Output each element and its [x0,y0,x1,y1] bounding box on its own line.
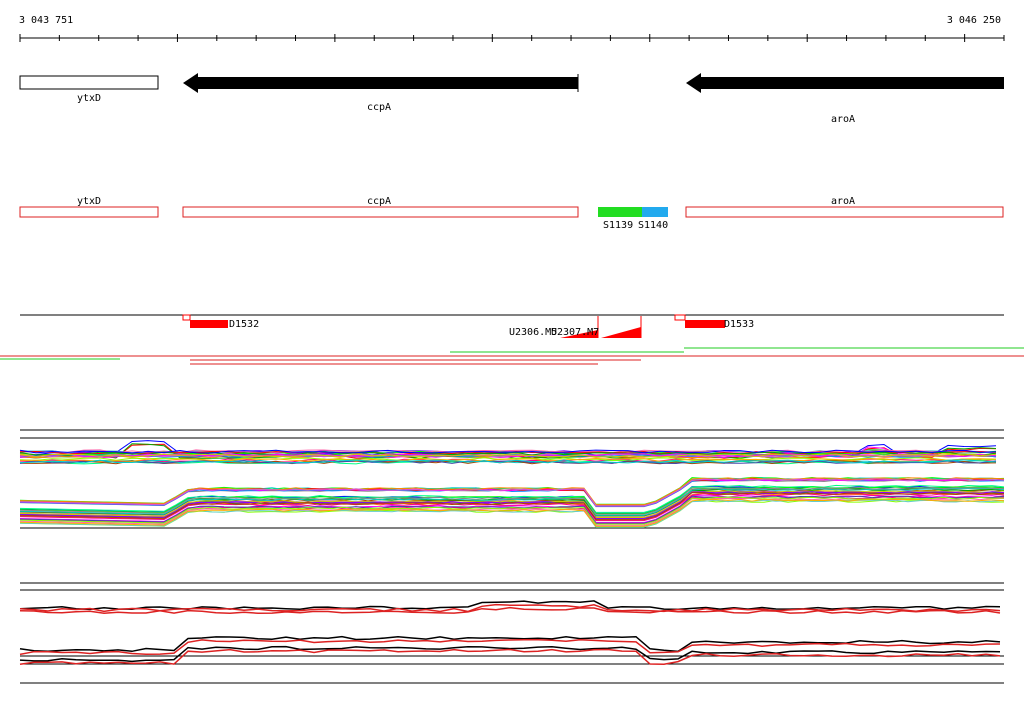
segment-S1139[interactable]: S1139 [598,207,642,231]
feature-D1532[interactable]: D1532 [182,314,259,330]
feature-D1533[interactable]: D1533 [674,314,754,330]
coverage-lines [0,347,1024,365]
segment-label-S1139: S1139 [603,220,633,231]
gene-label-aroA: aroA [831,114,855,125]
annotation-label-ccpA: ccpA [367,196,391,207]
annotation-track: ytxD ccpA aroA S1139 S1140 [19,196,1004,231]
annotation-ccpA[interactable]: ccpA [182,196,579,218]
annotation-ytxD[interactable]: ytxD [19,196,159,218]
segment-S1140[interactable]: S1140 [638,207,668,231]
feature-label-D1532: D1532 [229,319,259,330]
annotation-aroA[interactable]: aroA [685,196,1004,218]
annotation-label-aroA: aroA [831,196,855,207]
feature-label-U2307: U2307.M7 [551,327,599,338]
coordinate-ruler: 3 043 751 3 046 250 [19,15,1005,42]
segment-label-S1140: S1140 [638,220,668,231]
tiling-profile-panel [19,582,1004,684]
tiling-line [19,648,1001,665]
gene-ccpA[interactable]: ccpA [183,73,579,113]
end-coordinate: 3 046 250 [947,15,1001,26]
feature-label-D1533: D1533 [724,319,754,330]
feature-track: D1532 U2306.M5 U2307.M7 D1533 [0,314,1024,365]
feature-label-U2306: U2306.M5 [509,327,557,338]
gene-label-ytxD: ytxD [77,93,101,104]
gene-ytxD[interactable]: ytxD [19,75,159,104]
start-coordinate: 3 043 751 [19,15,73,26]
annotation-label-ytxD: ytxD [77,196,101,207]
gene-label-ccpA: ccpA [367,102,391,113]
expression-profile-panel [19,429,1005,529]
tiling-profile-lines [19,600,1001,665]
gene-track: ytxD ccpA aroA [19,73,1004,125]
feature-U2307[interactable]: U2307.M7 [551,316,642,338]
genome-browser-view: 3 043 751 3 046 250 ytxD ccpA aroA ytxD … [0,15,1024,684]
expression-profile-lines [19,440,1005,528]
gene-aroA[interactable]: aroA [686,73,1004,125]
